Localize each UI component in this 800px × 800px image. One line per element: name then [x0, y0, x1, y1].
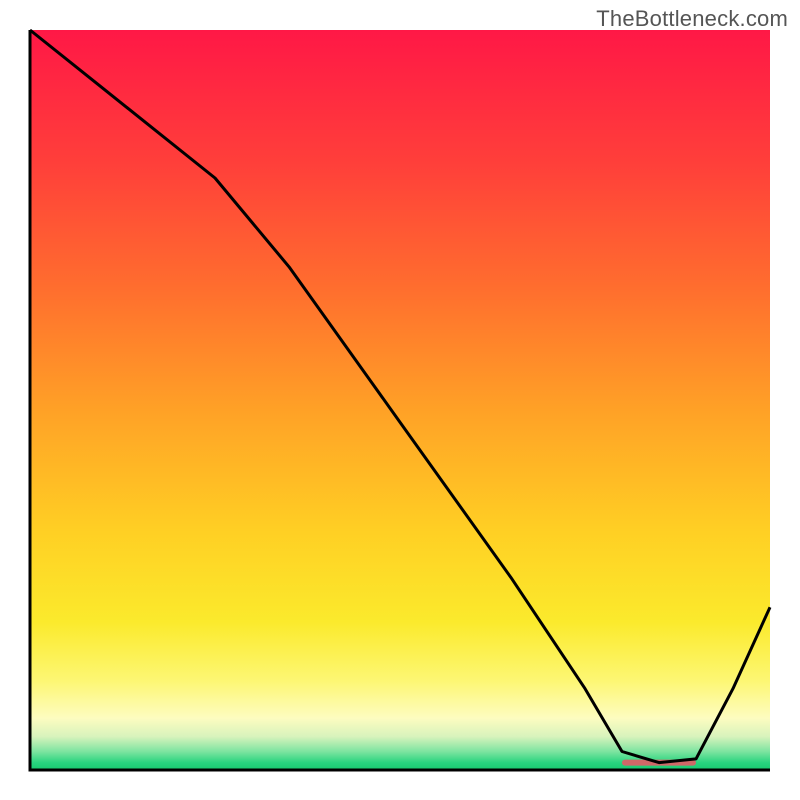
chart-gradient-background: [30, 30, 770, 770]
bottleneck-chart: [0, 0, 800, 800]
